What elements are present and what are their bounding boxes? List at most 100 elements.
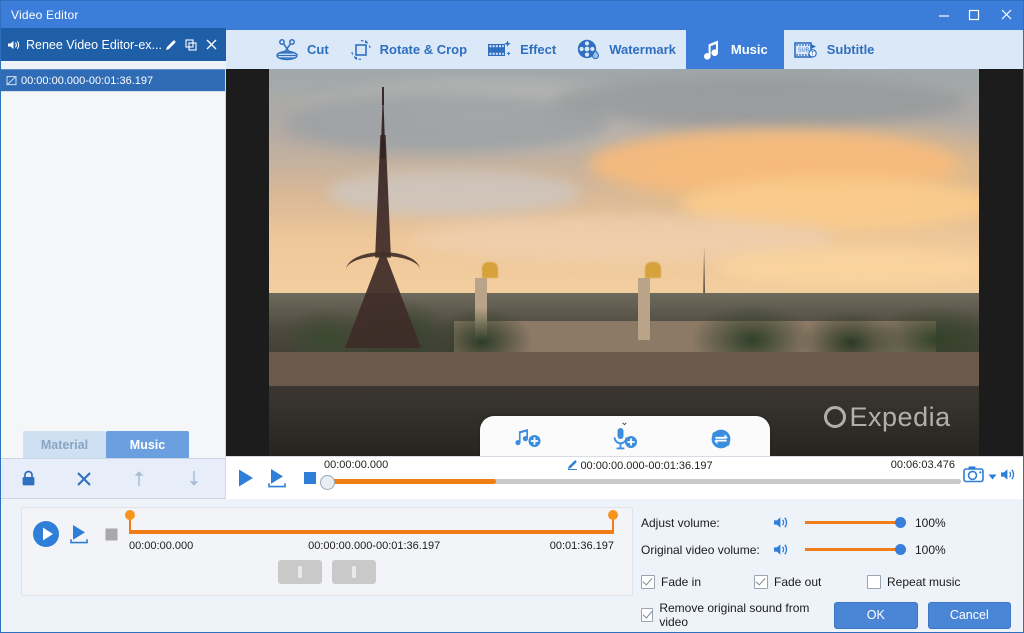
tab-watermark[interactable]: Watermark [566, 30, 686, 69]
player-right-controls [963, 465, 1017, 488]
fade-out-label: Fade out [774, 575, 821, 589]
fade-in-box[interactable] [641, 575, 655, 589]
tab-material[interactable]: Material [23, 431, 106, 458]
dialog-actions: Remove original sound from video OK Canc… [641, 601, 1011, 629]
play-selection-icon[interactable] [266, 465, 290, 491]
original-volume-row: Original video volume: 100% [641, 536, 1011, 563]
clip-range-time: 00:00:00.000-00:01:36.197 [308, 540, 440, 552]
duplicate-icon[interactable] [182, 34, 200, 56]
selection-range[interactable]: 00:00:00.000-00:01:36.197 [566, 459, 712, 473]
video-editor-window: Video Editor [0, 0, 1024, 633]
title-bar: Video Editor [1, 1, 1023, 28]
tab-cut[interactable]: Cut [264, 30, 339, 69]
clip-header[interactable]: Renee Video Editor-ex... [1, 28, 226, 61]
preview-column: Expedia ⌄ [226, 69, 1023, 499]
window-controls [929, 1, 1023, 28]
adjust-volume-icon[interactable] [773, 515, 799, 530]
trim-left-handle[interactable] [278, 560, 322, 584]
selection-range-label: 00:00:00.000-00:01:36.197 [580, 460, 712, 472]
remove-original-sound-label: Remove original sound from video [659, 601, 816, 629]
ok-button[interactable]: OK [834, 602, 917, 629]
video-preview[interactable]: Expedia ⌄ [226, 69, 1023, 456]
seek-handle[interactable] [320, 475, 335, 490]
audio-clip-bar[interactable] [129, 530, 614, 534]
lock-icon[interactable] [1, 459, 56, 498]
clip-time-labels: 00:00:00.000 00:00:00.000-00:01:36.197 0… [129, 540, 614, 552]
fade-out-box[interactable] [754, 575, 768, 589]
repeat-music-checkbox[interactable]: Repeat music [867, 575, 960, 589]
music-settings-region: 00:00:00.000 00:00:00.000-00:01:36.197 0… [1, 499, 1023, 632]
player-transport [226, 465, 322, 491]
music-note-icon [702, 39, 722, 61]
watermark-logo-icon [824, 406, 846, 428]
close-button[interactable] [989, 1, 1023, 28]
cancel-button[interactable]: Cancel [928, 602, 1011, 629]
edit-range-icon[interactable] [566, 459, 577, 473]
delete-icon[interactable] [56, 459, 111, 498]
snapshot-icon[interactable] [963, 465, 985, 488]
tab-music[interactable]: Music [686, 29, 784, 70]
repeat-music-box[interactable] [867, 575, 881, 589]
fade-in-label: Fade in [661, 575, 701, 589]
clip-range-label: 00:00:00.000-00:01:36.197 [21, 75, 153, 87]
tab-watermark-label: Watermark [609, 42, 676, 57]
watermark-text: Expedia [850, 402, 951, 433]
trim-handles [278, 560, 376, 584]
adjust-volume-slider[interactable] [805, 521, 901, 524]
music-track[interactable]: 00:00:00.000 00:00:00.000-00:01:36.197 0… [21, 507, 633, 596]
pencil-icon[interactable] [163, 34, 181, 56]
add-music-icon[interactable] [501, 421, 555, 457]
fade-in-checkbox[interactable]: Fade in [641, 575, 754, 589]
current-time: 00:00:00.000 [324, 459, 388, 471]
tab-subtitle[interactable]: SUB T Subtitle [784, 30, 885, 69]
adjust-volume-row: Adjust volume: 100% [641, 509, 1011, 536]
original-volume-value: 100% [915, 543, 946, 557]
clip-range-row[interactable]: 00:00:00.000-00:01:36.197 [1, 69, 225, 91]
minimize-button[interactable] [929, 1, 959, 28]
volume-icon[interactable] [1000, 467, 1017, 487]
audio-actions-panel: ⌄ [480, 416, 770, 456]
track-play-selection-icon[interactable] [69, 523, 91, 545]
fade-out-checkbox[interactable]: Fade out [754, 575, 867, 589]
remove-original-sound-box[interactable] [641, 608, 653, 622]
clip-start-time: 00:00:00.000 [129, 540, 193, 552]
scissors-icon [274, 38, 300, 62]
move-up-icon[interactable] [111, 459, 166, 498]
track-play-icon[interactable] [32, 520, 60, 548]
trim-right-handle[interactable] [332, 560, 376, 584]
svg-text:T: T [810, 51, 814, 57]
chevron-down-icon[interactable]: ⌄ [620, 418, 628, 428]
film-sparkle-icon [487, 39, 513, 61]
seek-area: 00:00:00.000 00:00:00.000-00:01:36.197 0… [314, 457, 965, 499]
remove-original-sound-checkbox[interactable]: Remove original sound from video [641, 601, 816, 629]
snapshot-dropdown-icon[interactable] [988, 468, 997, 486]
sidebar: 00:00:00.000-00:01:36.197 Material Music [1, 69, 226, 499]
original-volume-icon[interactable] [773, 542, 799, 557]
track-stop-icon[interactable] [100, 523, 122, 545]
move-down-icon[interactable] [166, 459, 221, 498]
clip-list[interactable] [1, 91, 225, 428]
close-clip-icon[interactable] [202, 34, 220, 56]
player-bar: 00:00:00.000 00:00:00.000-00:01:36.197 0… [226, 456, 1023, 499]
tab-subtitle-label: Subtitle [827, 42, 875, 57]
tab-music-label: Music [731, 42, 768, 57]
maximize-button[interactable] [959, 1, 989, 28]
tab-music-panel[interactable]: Music [106, 431, 189, 458]
replace-audio-icon[interactable] [694, 421, 748, 457]
tab-effect[interactable]: Effect [477, 30, 566, 69]
seek-slider[interactable] [324, 479, 961, 484]
adjust-volume-handle[interactable] [895, 517, 906, 528]
original-volume-slider[interactable] [805, 548, 901, 551]
clip-title: Renee Video Editor-ex... [26, 38, 161, 52]
clip-start-handle[interactable] [129, 518, 131, 534]
rotate-crop-icon [349, 38, 373, 62]
original-volume-handle[interactable] [895, 544, 906, 555]
eiffel-tower-graphic [340, 92, 426, 347]
tab-rotate-crop[interactable]: Rotate & Crop [339, 30, 477, 69]
seek-progress [324, 479, 496, 484]
adjust-volume-value: 100% [915, 516, 946, 530]
clip-end-handle[interactable] [612, 518, 614, 534]
video-frame: Expedia [269, 69, 979, 456]
play-icon[interactable] [234, 465, 258, 491]
range-icon [6, 75, 17, 86]
